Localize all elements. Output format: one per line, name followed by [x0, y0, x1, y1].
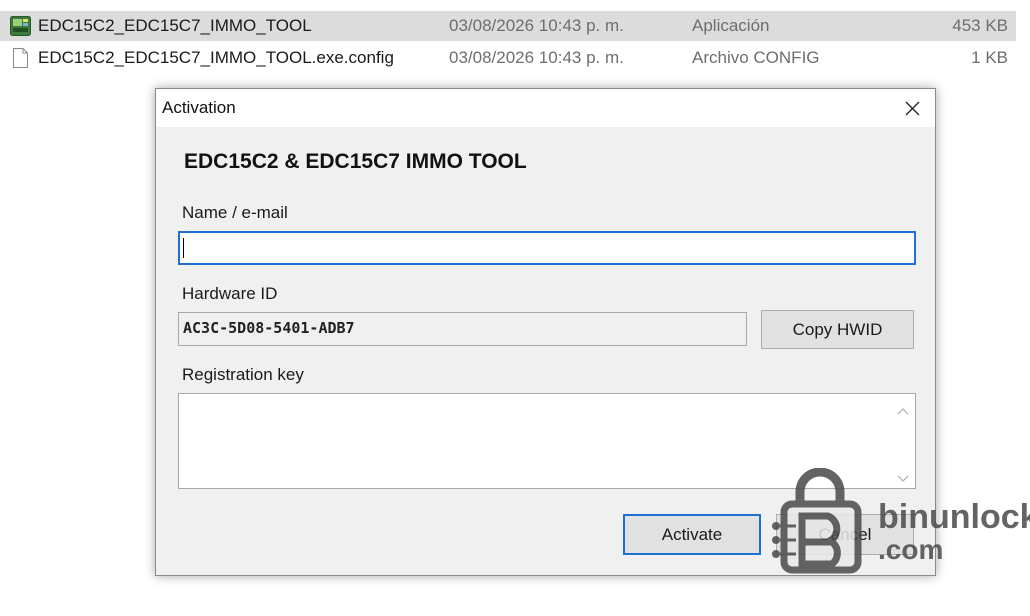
watermark-domain: .com — [878, 534, 944, 565]
file-size: 1 KB — [971, 48, 1008, 67]
file-type: Aplicación — [692, 16, 770, 35]
file-date: 03/08/2026 10:43 p. m. — [449, 16, 624, 35]
hwid-label: Hardware ID — [182, 284, 278, 303]
watermark: binunlock .com — [766, 468, 1030, 578]
app-title: EDC15C2 & EDC15C7 IMMO TOOL — [184, 150, 527, 173]
name-label: Name / e-mail — [182, 203, 288, 222]
file-row-exe[interactable]: EDC15C2_EDC15C7_IMMO_TOOL 03/08/2026 10:… — [0, 11, 1016, 41]
text-caret — [183, 238, 184, 258]
copy-hwid-button[interactable]: Copy HWID — [761, 310, 914, 349]
file-type: Archivo CONFIG — [692, 48, 820, 67]
file-name[interactable]: EDC15C2_EDC15C7_IMMO_TOOL — [38, 11, 312, 41]
file-name[interactable]: EDC15C2_EDC15C7_IMMO_TOOL.exe.config — [38, 43, 394, 73]
file-size: 453 KB — [952, 16, 1008, 35]
close-button[interactable] — [889, 89, 935, 127]
scroll-up-icon[interactable] — [897, 402, 909, 420]
hardware-id-field[interactable]: AC3C-5D08-5401-ADB7 — [178, 312, 747, 346]
file-row-config[interactable]: EDC15C2_EDC15C7_IMMO_TOOL.exe.config 03/… — [0, 43, 1016, 73]
close-icon — [905, 101, 920, 116]
document-icon — [10, 47, 31, 69]
regkey-label: Registration key — [182, 365, 304, 384]
file-date: 03/08/2026 10:43 p. m. — [449, 48, 624, 67]
padlock-logo-icon — [772, 468, 862, 574]
name-email-input[interactable] — [178, 231, 916, 265]
title-bar[interactable]: Activation — [156, 89, 935, 127]
application-icon — [10, 15, 31, 37]
activate-button[interactable]: Activate — [623, 514, 761, 555]
watermark-text: binunlock — [878, 498, 1030, 536]
window-title: Activation — [162, 98, 236, 117]
